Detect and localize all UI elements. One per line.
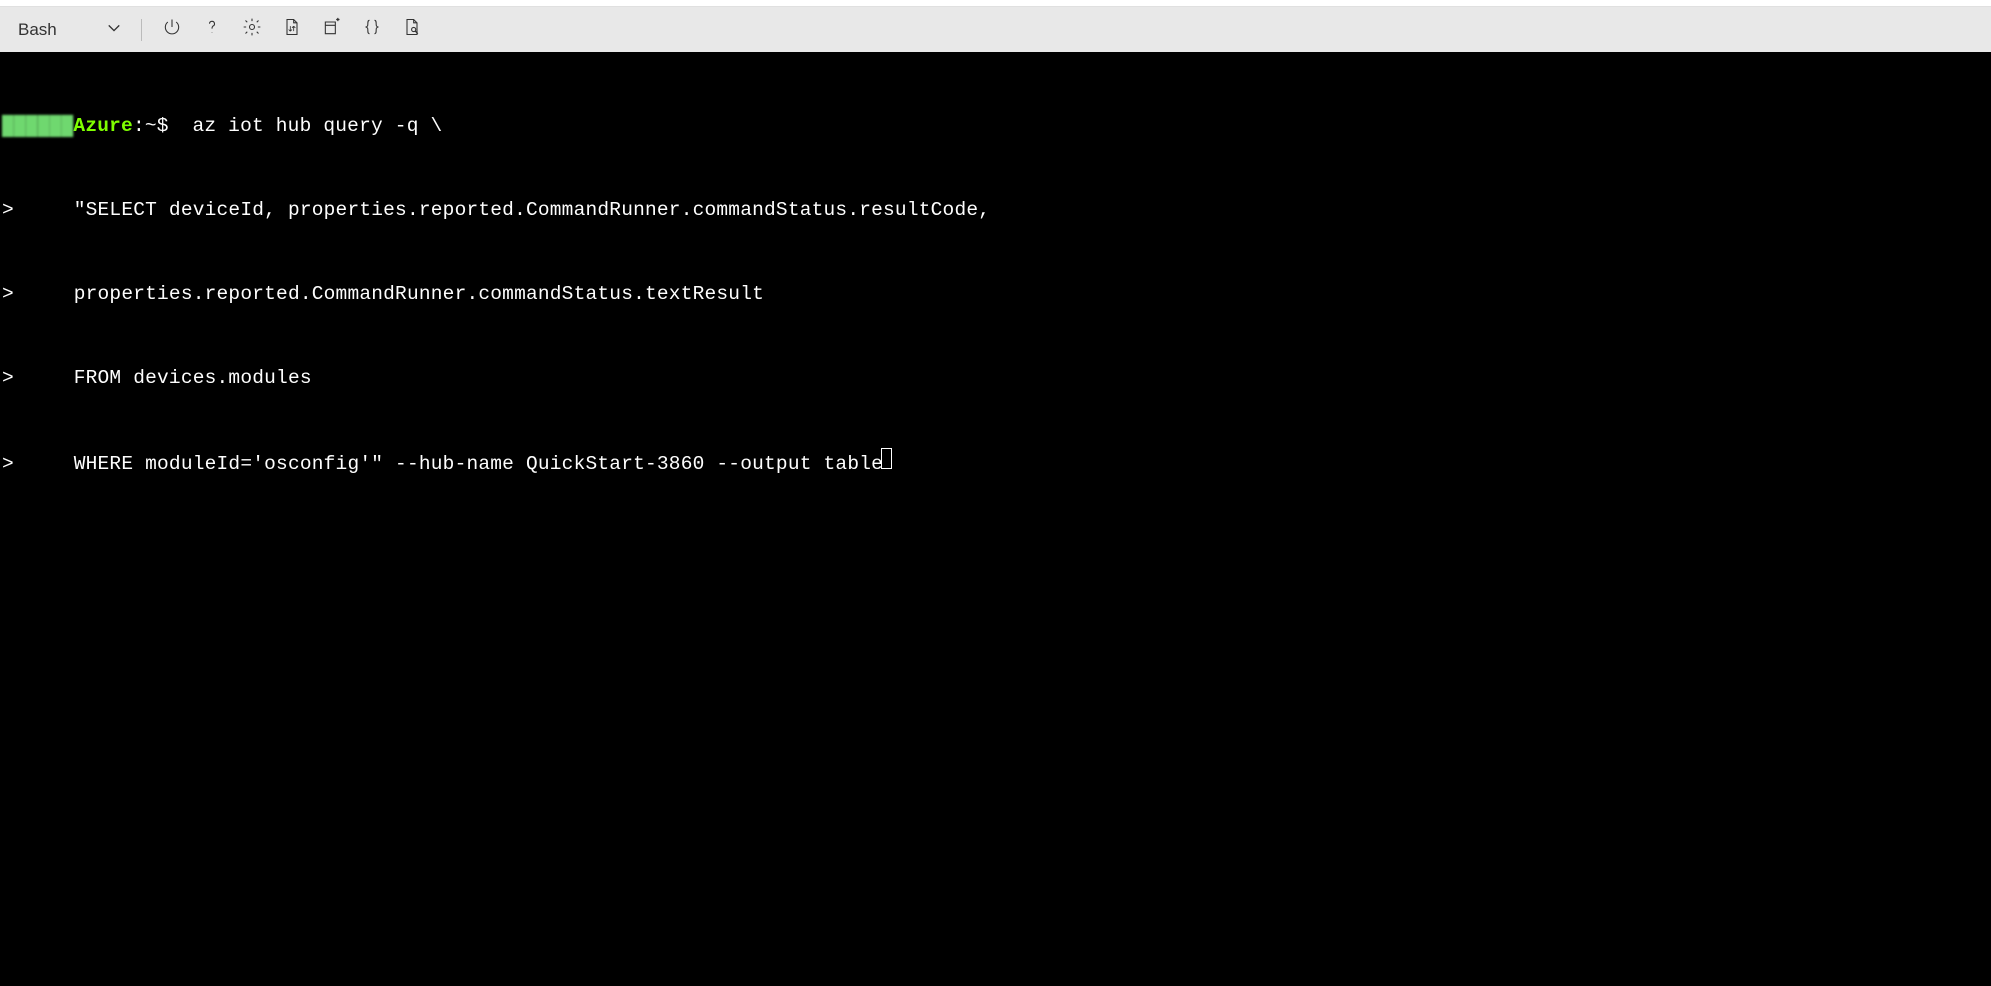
terminal-line-2: > properties.reported.CommandRunner.comm…: [0, 280, 1991, 308]
continuation-prompt: >: [0, 450, 38, 478]
settings-button[interactable]: [234, 12, 270, 48]
cloud-shell-toolbar: Bash: [0, 7, 1991, 52]
chevron-down-icon: [107, 20, 121, 40]
help-icon: [202, 17, 222, 42]
continuation-prompt: >: [0, 280, 38, 308]
command-text-4: WHERE moduleId='osconfig'" --hub-name Qu…: [38, 450, 883, 478]
prompt-host: Azure: [73, 112, 133, 140]
file-transfer-icon: [282, 17, 302, 42]
gear-icon: [242, 17, 262, 42]
upload-download-button[interactable]: [274, 12, 310, 48]
terminal-output[interactable]: ██████Azure:~$ az iot hub query -q \ > "…: [0, 52, 1991, 986]
power-icon: [162, 17, 182, 42]
new-session-button[interactable]: [314, 12, 350, 48]
web-preview-button[interactable]: [394, 12, 430, 48]
continuation-prompt: >: [0, 196, 38, 224]
window-top-strip: [0, 0, 1991, 7]
prompt-user: ██████: [0, 112, 73, 140]
toolbar-divider: [141, 19, 142, 41]
help-button[interactable]: [194, 12, 230, 48]
command-text-2: properties.reported.CommandRunner.comman…: [38, 280, 764, 308]
braces-icon: [362, 17, 382, 42]
command-text-1: "SELECT deviceId, properties.reported.Co…: [38, 196, 990, 224]
restart-button[interactable]: [154, 12, 190, 48]
command-text-3: FROM devices.modules: [38, 364, 312, 392]
new-window-icon: [322, 17, 342, 42]
terminal-cursor: [881, 448, 892, 469]
prompt-path: :~: [133, 112, 157, 140]
file-preview-icon: [402, 17, 422, 42]
terminal-line-prompt: ██████Azure:~$ az iot hub query -q \: [0, 112, 1991, 140]
editor-button[interactable]: [354, 12, 390, 48]
command-text-0: az iot hub query -q \: [169, 112, 443, 140]
shell-type-selector[interactable]: Bash: [10, 16, 129, 44]
continuation-prompt: >: [0, 364, 38, 392]
terminal-line-3: > FROM devices.modules: [0, 364, 1991, 392]
terminal-line-4: > WHERE moduleId='osconfig'" --hub-name …: [0, 448, 1991, 478]
prompt-symbol: $: [157, 112, 169, 140]
shell-type-label: Bash: [18, 20, 57, 40]
terminal-line-1: > "SELECT deviceId, properties.reported.…: [0, 196, 1991, 224]
